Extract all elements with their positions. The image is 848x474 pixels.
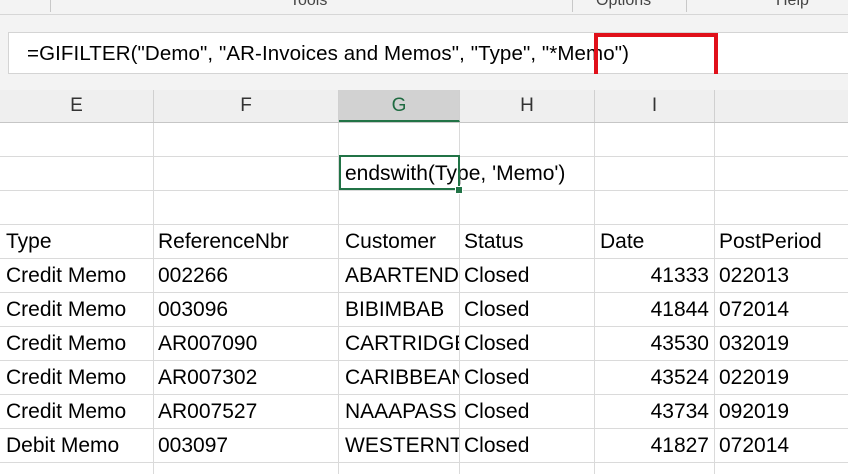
table-cell-status[interactable]: Closed <box>464 259 594 293</box>
table-cell-postperiod[interactable]: 022013 <box>719 259 848 293</box>
table-header-type[interactable]: Type <box>6 225 152 259</box>
table-cell-type[interactable]: Credit Memo <box>6 361 152 395</box>
table-cell-type[interactable]: Credit Memo <box>6 327 152 361</box>
table-cell-postperiod[interactable]: 072014 <box>719 293 848 327</box>
table-cell-customer[interactable]: CARTRIDGE <box>345 327 459 361</box>
ribbon-group-help[interactable]: Help <box>776 0 809 10</box>
table-cell-status[interactable]: Closed <box>464 327 594 361</box>
ribbon-group-tools[interactable]: Tools <box>290 0 327 10</box>
table-cell-customer[interactable]: CARIBBEAN <box>345 361 459 395</box>
table-cell-status[interactable]: Closed <box>464 293 594 327</box>
formula-input[interactable]: =GIFILTER("Demo", "AR-Invoices and Memos… <box>8 32 848 74</box>
table-header-postperiod[interactable]: PostPeriod <box>719 225 848 259</box>
ribbon-separator <box>572 0 573 12</box>
table-cell-referencenbr[interactable]: 002266 <box>158 259 338 293</box>
table-header-status[interactable]: Status <box>464 225 594 259</box>
ribbon-group-options[interactable]: Options <box>596 0 651 10</box>
table-cell-referencenbr[interactable]: AR007527 <box>158 395 338 429</box>
gridline <box>153 123 154 474</box>
column-header-g[interactable]: G <box>339 90 460 122</box>
formula-text[interactable]: =GIFILTER("Demo", "AR-Invoices and Memos… <box>27 42 629 66</box>
table-cell-referencenbr[interactable]: AR007090 <box>158 327 338 361</box>
table-cell-referencenbr[interactable]: 003096 <box>158 293 338 327</box>
table-cell-customer[interactable]: BIBIMBAB <box>345 293 459 327</box>
ribbon-separator <box>686 0 687 12</box>
active-cell-border <box>339 155 460 190</box>
column-header-h[interactable]: H <box>460 90 595 122</box>
table-cell-postperiod[interactable]: 072014 <box>719 429 848 463</box>
column-header-f[interactable]: F <box>154 90 339 122</box>
table-cell-customer[interactable]: ABARTENDE <box>345 259 459 293</box>
table-header-referencenbr[interactable]: ReferenceNbr <box>158 225 338 259</box>
table-cell-postperiod[interactable]: 092019 <box>719 395 848 429</box>
ribbon-strip: Tools Options Help <box>0 0 848 15</box>
table-cell-status[interactable]: Closed <box>464 429 594 463</box>
table-cell-postperiod[interactable]: 032019 <box>719 327 848 361</box>
table-cell-customer[interactable]: WESTERNT <box>345 429 459 463</box>
table-cell-customer[interactable]: NAAAPASS <box>345 395 459 429</box>
table-cell-type[interactable]: Credit Memo <box>6 259 152 293</box>
table-cell-date[interactable]: 41827 <box>595 429 709 463</box>
table-cell-status[interactable]: Closed <box>464 361 594 395</box>
table-cell-type[interactable]: Credit Memo <box>6 293 152 327</box>
table-cell-date[interactable]: 41844 <box>595 293 709 327</box>
table-cell-date[interactable]: 43734 <box>595 395 709 429</box>
table-cell-date[interactable]: 43530 <box>595 327 709 361</box>
column-header-i[interactable]: I <box>595 90 715 122</box>
column-header-row: E F G H I <box>0 90 848 123</box>
table-cell-status[interactable]: Closed <box>464 395 594 429</box>
table-cell-date[interactable]: 43524 <box>595 361 709 395</box>
column-header-e[interactable]: E <box>0 90 154 122</box>
gridline <box>714 123 715 474</box>
worksheet-grid[interactable]: endswith(Type, 'Memo') Type ReferenceNbr… <box>0 123 848 474</box>
ribbon-separator <box>50 0 51 12</box>
table-cell-postperiod[interactable]: 022019 <box>719 361 848 395</box>
formula-bar: =GIFILTER("Demo", "AR-Invoices and Memos… <box>0 32 848 74</box>
ribbon-gap <box>0 15 848 32</box>
column-header-j[interactable] <box>715 90 848 122</box>
fill-handle[interactable] <box>455 186 463 194</box>
table-cell-date[interactable]: 41333 <box>595 259 709 293</box>
table-cell-type[interactable]: Credit Memo <box>6 395 152 429</box>
table-cell-referencenbr[interactable]: AR007302 <box>158 361 338 395</box>
table-header-date[interactable]: Date <box>600 225 714 259</box>
table-cell-referencenbr[interactable]: 003097 <box>158 429 338 463</box>
table-cell-type[interactable]: Debit Memo <box>6 429 152 463</box>
formula-bar-gap <box>0 74 848 90</box>
table-header-customer[interactable]: Customer <box>345 225 459 259</box>
